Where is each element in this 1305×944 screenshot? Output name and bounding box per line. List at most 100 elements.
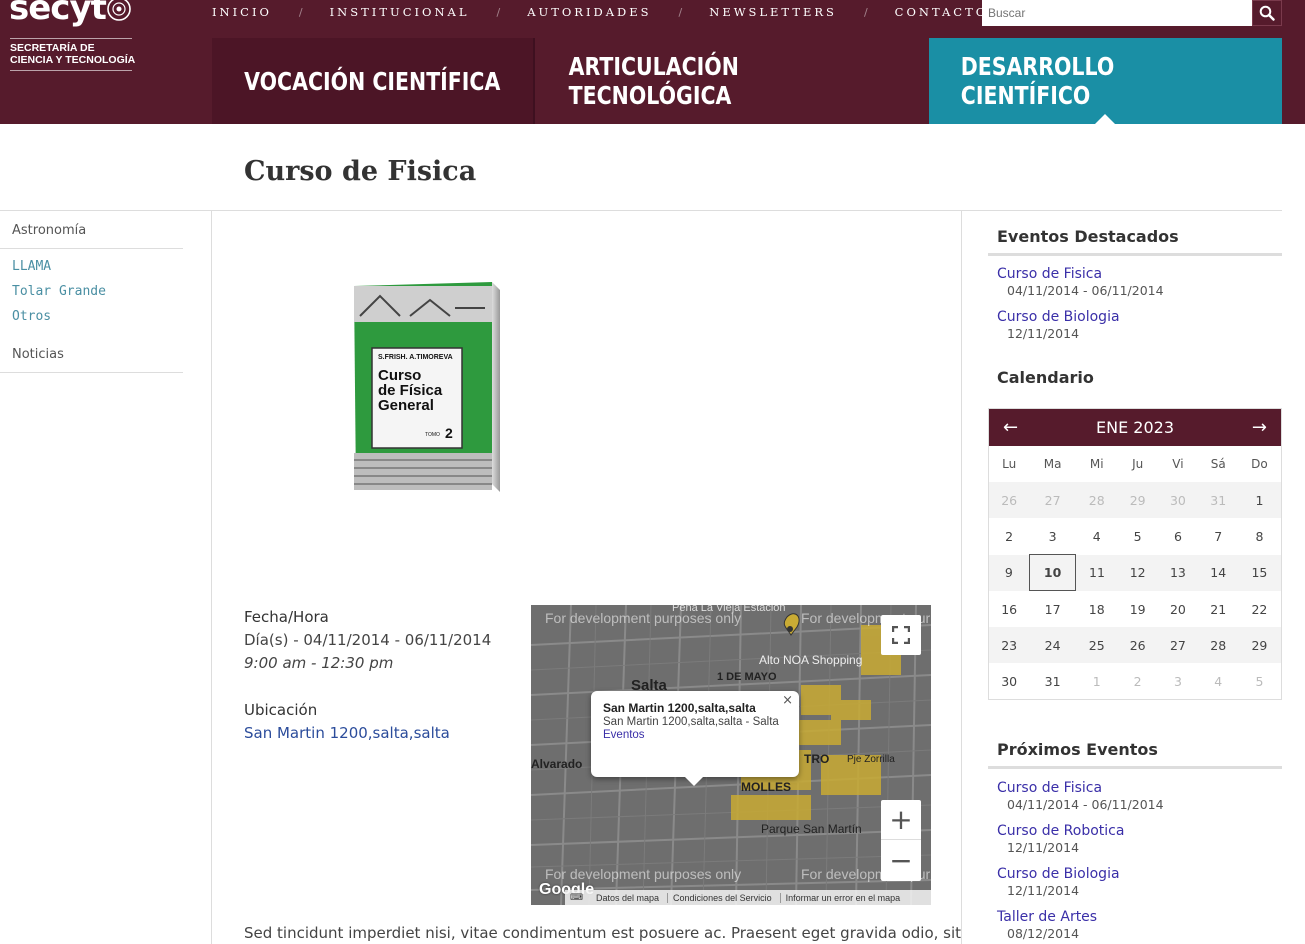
- map-label: TRO: [804, 752, 830, 766]
- event-link[interactable]: Curso de Biologia: [997, 866, 1120, 882]
- sidebar-category-astronomia[interactable]: Astronomía: [12, 223, 86, 238]
- map-data-link[interactable]: Datos del mapa: [596, 893, 659, 903]
- calendar-day[interactable]: 29: [1117, 482, 1158, 519]
- calendar-day[interactable]: 31: [1029, 663, 1076, 699]
- calendar-day[interactable]: 3: [1029, 518, 1076, 554]
- event-link[interactable]: Curso de Fisica: [997, 780, 1164, 796]
- calendar-day[interactable]: 27: [1157, 627, 1199, 664]
- fullscreen-button[interactable]: [881, 615, 921, 655]
- event-date: 04/11/2014 - 06/11/2014: [1007, 797, 1164, 812]
- calendar-day[interactable]: 5: [1238, 663, 1280, 699]
- nav-autoridades[interactable]: AUTORIDADES: [527, 5, 651, 19]
- close-icon[interactable]: ×: [782, 693, 793, 708]
- sidebar-link-otros[interactable]: Otros: [12, 309, 51, 324]
- brand[interactable]: secyt SECRETARÍA DE CIENCIA Y TECNOLOGÍA: [0, 0, 212, 124]
- calendar-day[interactable]: 13: [1157, 554, 1199, 591]
- event-link[interactable]: Curso de Robotica: [997, 823, 1124, 839]
- zoom-out-button[interactable]: −: [881, 840, 921, 880]
- calendar-day[interactable]: 25: [1075, 627, 1118, 664]
- nav-separator: /: [863, 5, 868, 19]
- event-date: 04/11/2014 - 06/11/2014: [1007, 283, 1164, 298]
- map-report-link[interactable]: Informar un error en el mapa: [779, 892, 900, 903]
- tab-desarrollo-cientifico[interactable]: DESARROLLO CIENTÍFICO: [929, 38, 1282, 124]
- next-month-arrow-icon[interactable]: →: [1252, 417, 1267, 438]
- tab-vocacion-cientifica[interactable]: VOCACIÓN CIENTÍFICA: [212, 38, 533, 124]
- calendar-day[interactable]: 14: [1198, 554, 1239, 591]
- calendar-day[interactable]: 26: [989, 482, 1030, 519]
- calendar-day[interactable]: 3: [1158, 663, 1198, 699]
- zoom-in-button[interactable]: +: [881, 800, 921, 840]
- calendar-day[interactable]: 22: [1238, 591, 1280, 627]
- book-authors: S.FRISH. A.TIMOREVA: [378, 354, 453, 361]
- divider: [0, 372, 183, 373]
- calendar-day[interactable]: 2: [989, 518, 1029, 554]
- calendar-day[interactable]: 2: [1118, 663, 1158, 699]
- active-tab-indicator: [1095, 114, 1115, 124]
- sidebar-link-tolar-grande[interactable]: Tolar Grande: [12, 284, 106, 299]
- prev-month-arrow-icon[interactable]: ←: [1003, 417, 1018, 438]
- map-terms-link[interactable]: Condiciones del Servicio: [667, 892, 772, 903]
- calendar-day[interactable]: 28: [1198, 627, 1239, 664]
- upcoming-event: Taller de Artes 08/12/2014: [997, 909, 1097, 941]
- zoom-control: + −: [881, 800, 921, 881]
- sidebar-category-noticias[interactable]: Noticias: [12, 347, 64, 362]
- calendar-day[interactable]: 30: [989, 663, 1029, 699]
- subtitle-line-1: SECRETARÍA DE: [10, 42, 95, 54]
- nav-inicio[interactable]: INICIO: [212, 5, 272, 19]
- calendar-day[interactable]: 11: [1075, 554, 1118, 591]
- calendar-day[interactable]: 6: [1158, 518, 1198, 554]
- calendar-day-today[interactable]: 10: [1028, 554, 1077, 592]
- calendar-day[interactable]: 4: [1076, 518, 1118, 554]
- calendar-day[interactable]: 8: [1238, 518, 1280, 554]
- calendar-day[interactable]: 4: [1198, 663, 1238, 699]
- search-button[interactable]: [1252, 0, 1282, 26]
- tab-articulacion-tecnologica[interactable]: ARTICULACIÓN TECNOLÓGICA: [533, 38, 929, 124]
- tab-separator: [533, 38, 535, 124]
- map-label: Alvarado: [531, 757, 583, 771]
- calendar-day[interactable]: 5: [1118, 518, 1158, 554]
- popup-link[interactable]: Eventos: [603, 729, 787, 741]
- calendar-day[interactable]: 1: [1076, 663, 1118, 699]
- keyboard-icon[interactable]: ⌨: [570, 892, 584, 903]
- tab-label: DESARROLLO CIENTÍFICO: [960, 52, 1115, 110]
- calendar-day[interactable]: 12: [1117, 554, 1158, 591]
- calendar-day[interactable]: 30: [1157, 482, 1199, 519]
- nav-institucional[interactable]: INSTITUCIONAL: [330, 5, 470, 19]
- map-footer: ⌨ Datos del mapa Condiciones del Servici…: [565, 890, 931, 905]
- calendar-day[interactable]: 16: [989, 591, 1029, 627]
- calendar-day[interactable]: 23: [989, 627, 1030, 664]
- nav-newsletters[interactable]: NEWSLETTERS: [709, 5, 837, 19]
- event-location-link[interactable]: San Martin 1200,salta,salta: [244, 724, 514, 742]
- calendar-day[interactable]: 27: [1029, 482, 1076, 519]
- calendar-day[interactable]: 29: [1238, 627, 1281, 664]
- sidebar-link-llama[interactable]: LLAMA: [12, 259, 51, 274]
- calendar-day[interactable]: 20: [1158, 591, 1198, 627]
- event-details: Fecha/Hora Día(s) - 04/11/2014 - 06/11/2…: [244, 608, 514, 742]
- calendar-day[interactable]: 19: [1118, 591, 1158, 627]
- location-map[interactable]: For development purposes only For develo…: [531, 605, 931, 905]
- map-label: 1 DE MAYO: [717, 671, 777, 683]
- calendar-header: ← ENE 2023 →: [989, 409, 1281, 446]
- event-link[interactable]: Taller de Artes: [997, 909, 1097, 925]
- nav-contacto[interactable]: CONTACTO: [895, 5, 989, 19]
- calendar-day[interactable]: 24: [1029, 627, 1076, 664]
- calendar-day[interactable]: 17: [1029, 591, 1076, 627]
- calendar-day[interactable]: 21: [1198, 591, 1238, 627]
- calendar-day[interactable]: 9: [989, 554, 1030, 591]
- search-input[interactable]: [982, 0, 1252, 26]
- top-nav: INICIO / INSTITUCIONAL / AUTORIDADES / N…: [212, 0, 988, 24]
- calendar-day[interactable]: 31: [1198, 482, 1239, 519]
- calendar-day[interactable]: 1: [1238, 482, 1281, 519]
- book-title-line3: General: [378, 397, 434, 414]
- calendar-day[interactable]: 7: [1198, 518, 1238, 554]
- divider: [988, 766, 1282, 769]
- divider: [10, 38, 132, 39]
- calendar-day[interactable]: 15: [1238, 554, 1281, 591]
- site-logo[interactable]: secyt: [9, 0, 107, 28]
- calendar-day[interactable]: 26: [1117, 627, 1158, 664]
- calendar-day[interactable]: 18: [1076, 591, 1118, 627]
- map-info-popup: San Martin 1200,salta,salta San Martin 1…: [591, 691, 799, 786]
- event-link[interactable]: Curso de Fisica: [997, 266, 1164, 282]
- event-link[interactable]: Curso de Biologia: [997, 309, 1120, 325]
- calendar-day[interactable]: 28: [1075, 482, 1118, 519]
